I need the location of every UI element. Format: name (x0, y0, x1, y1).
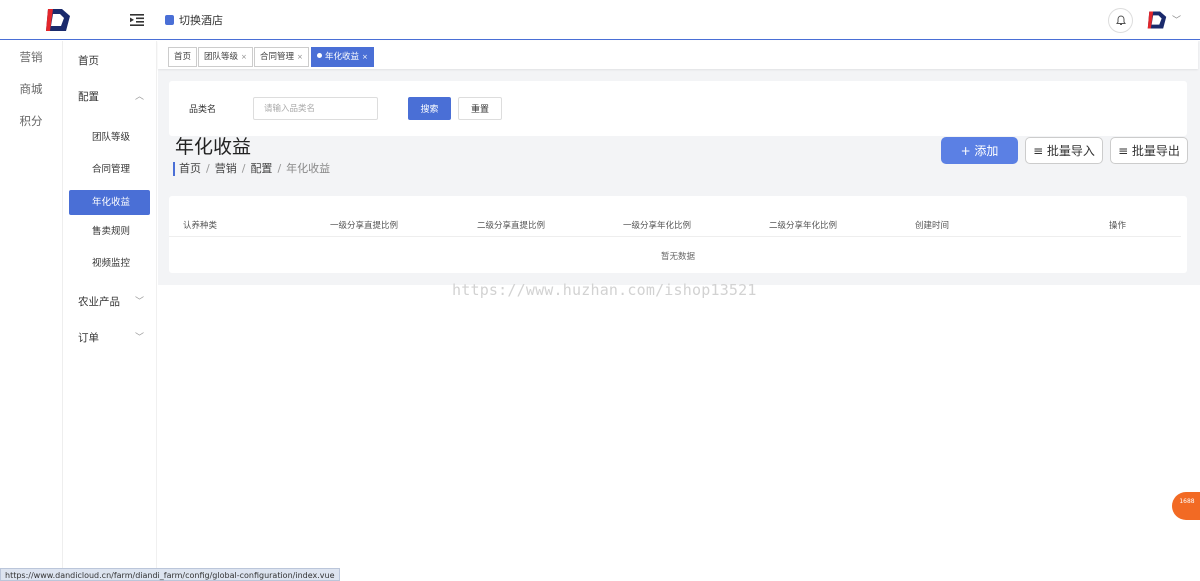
category-name-label: 品类名 (189, 105, 217, 115)
tab-home[interactable]: 首页 (168, 47, 198, 67)
support-badge[interactable]: 1688 (1172, 492, 1200, 520)
sidebar-item-label: 首页 (78, 55, 99, 67)
add-button[interactable]: + 添加 (941, 137, 1018, 164)
table-header: 认养种类 一级分享直提比例 二级分享直提比例 一级分享年化比例 二级分享年化比例… (169, 214, 1181, 237)
sidebar-item-mall[interactable]: 商城 (0, 73, 62, 105)
main-content: 首页 团队等级× 合同管理× 年化收益× 品类名 搜索 重置 年化收益 首页/营… (158, 41, 1200, 285)
hotel-icon (165, 15, 174, 25)
status-bar-url: https://www.dandicloud.cn/farm/diandi_fa… (0, 568, 340, 581)
tab-annual-yield[interactable]: 年化收益 × (311, 47, 374, 67)
batch-export-button[interactable]: ≡ 批量导出 (1110, 137, 1188, 164)
hotel-switch[interactable]: 切换酒店 (165, 12, 223, 28)
watermark: https://www.huzhan.com/ishop13521 (452, 281, 757, 299)
breadcrumb: 首页 / 营销 / 配置 / 年化收益 (173, 162, 330, 176)
sidebar-item-points[interactable]: 积分 (0, 105, 62, 137)
tab-team-level[interactable]: 团队等级 × (198, 47, 253, 67)
column-header: 一级分享年化比例 (623, 221, 692, 231)
close-icon[interactable]: × (241, 53, 247, 61)
hotel-switch-label: 切换酒店 (179, 14, 223, 27)
sidebar-item-contract[interactable]: 合同管理 (63, 157, 156, 188)
sidebar-item-video[interactable]: 视频监控 (63, 251, 156, 282)
chevron-down-icon: ﹀ (134, 333, 144, 343)
column-header: 二级分享直提比例 (477, 221, 546, 231)
category-name-input[interactable] (253, 97, 378, 120)
breadcrumb-current: 年化收益 (286, 162, 331, 175)
column-header: 一级分享直提比例 (330, 221, 399, 231)
column-header: 二级分享年化比例 (769, 221, 838, 231)
tab-label: 首页 (174, 52, 192, 62)
column-header: 认养种类 (183, 221, 218, 231)
bell-icon (1115, 15, 1126, 25)
chevron-down-icon: ﹀ (134, 297, 144, 307)
chevron-down-icon[interactable]: ﹀ (1172, 13, 1181, 26)
page-title: 年化收益 (175, 136, 252, 158)
tab-contract[interactable]: 合同管理 × (254, 47, 309, 67)
sidebar-group-agri[interactable]: 农业产品 ﹀ (63, 284, 156, 320)
sidebar-item-annual-yield[interactable]: 年化收益 (69, 190, 150, 215)
menu-fold-icon[interactable] (130, 13, 144, 27)
active-dot-icon (317, 53, 322, 58)
reset-button[interactable]: 重置 (458, 97, 502, 120)
empty-state: 暂无数据 (660, 252, 695, 262)
sidebar-item-sales-rules[interactable]: 售卖规则 (63, 219, 156, 250)
search-form: 品类名 搜索 重置 (169, 81, 1187, 136)
column-header: 创建时间 (915, 221, 950, 231)
search-button[interactable]: 搜索 (408, 97, 451, 120)
logo-icon[interactable] (44, 7, 72, 33)
breadcrumb-item[interactable]: 配置 (250, 162, 272, 175)
column-header: 操作 (1109, 221, 1127, 231)
breadcrumb-separator: / (206, 162, 210, 175)
tab-bar: 首页 团队等级 × 合同管理 × 年化收益 × (158, 41, 1198, 69)
sidebar-item-home[interactable]: 首页 (63, 43, 156, 79)
sidebar-item-label: 配置 (78, 91, 99, 103)
sidebar-group-order[interactable]: 订单 ﹀ (63, 320, 156, 356)
notification-bell[interactable] (1108, 8, 1133, 33)
top-header: 切换酒店 ﹀ (0, 0, 1200, 40)
breadcrumb-separator: / (277, 162, 282, 175)
data-table: 认养种类 一级分享直提比例 二级分享直提比例 一级分享年化比例 二级分享年化比例… (169, 196, 1187, 273)
close-icon[interactable]: × (297, 53, 303, 61)
sidebar-item-team-level[interactable]: 团队等级 (63, 125, 156, 156)
primary-sidebar: 营销 商城 积分 (0, 41, 63, 581)
sidebar-item-label: 订单 (78, 332, 99, 344)
breadcrumb-separator: / (241, 162, 246, 175)
tab-label: 合同管理 (260, 52, 295, 62)
badge-label: 1688 (1179, 498, 1195, 505)
sidebar-group-config[interactable]: 配置 ︿ (63, 79, 156, 115)
tab-label: 年化收益 (325, 52, 360, 62)
breadcrumb-item[interactable]: 首页 (179, 162, 201, 175)
breadcrumb-item[interactable]: 营销 (215, 162, 237, 175)
sidebar-item-label: 农业产品 (78, 296, 120, 308)
sidebar-item-marketing[interactable]: 营销 (0, 41, 62, 73)
chevron-up-icon: ︿ (134, 92, 144, 102)
tab-label: 团队等级 (204, 52, 239, 62)
secondary-sidebar: 首页 配置 ︿ 团队等级 合同管理 年化收益 售卖规则 视频监控 农业产品 ﹀ … (63, 41, 157, 581)
close-icon[interactable]: × (362, 53, 368, 61)
batch-import-button[interactable]: ≡ 批量导入 (1025, 137, 1103, 164)
user-avatar[interactable] (1146, 10, 1168, 30)
